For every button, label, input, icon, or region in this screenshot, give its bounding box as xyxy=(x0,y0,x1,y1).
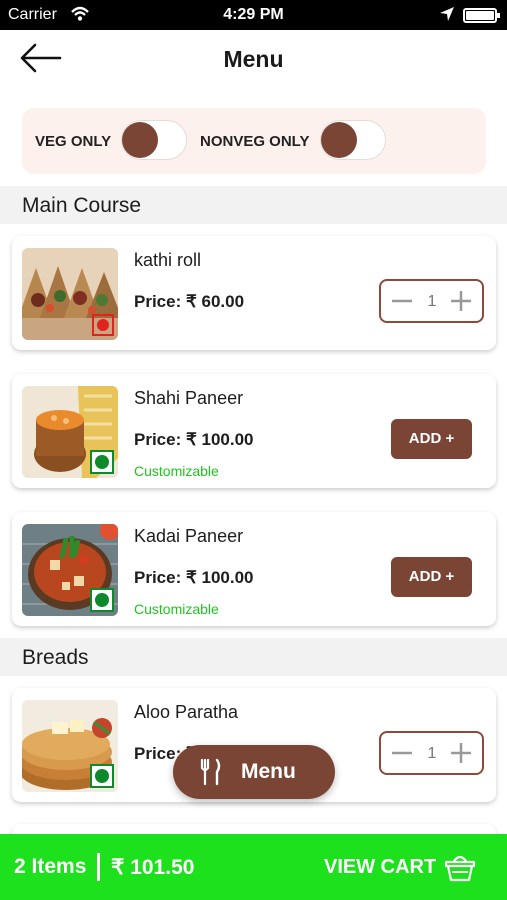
item-price: Price: ₹ 100.00 xyxy=(134,430,254,449)
basket-icon xyxy=(444,855,476,882)
section-title: Main Course xyxy=(22,194,142,217)
fork-knife-icon xyxy=(200,758,221,786)
battery-icon xyxy=(463,8,500,23)
veg-indicator-icon xyxy=(90,588,114,612)
page-title: Menu xyxy=(223,46,284,72)
item-name: kathi roll xyxy=(134,250,202,270)
view-cart-label: VIEW CART xyxy=(324,856,437,878)
veg-indicator-icon xyxy=(90,450,114,474)
nonveg-only-label: NONVEG ONLY xyxy=(200,133,310,150)
cart-divider xyxy=(97,853,100,881)
item-name: Aloo Paratha xyxy=(134,702,239,722)
cart-item-count: 2 Items xyxy=(14,855,87,878)
quantity-stepper: 1 xyxy=(379,731,484,775)
section-header-breads: Breads xyxy=(0,638,507,676)
nonveg-indicator-icon xyxy=(92,314,114,336)
section-header-main-course: Main Course xyxy=(0,186,507,224)
plus-icon[interactable] xyxy=(446,286,476,316)
location-arrow-icon xyxy=(440,7,454,21)
add-button[interactable]: ADD + xyxy=(391,419,472,459)
veg-only-label: VEG ONLY xyxy=(35,133,112,150)
item-price: Price: ₹ 100.00 xyxy=(134,568,254,587)
menu-fab-label: Menu xyxy=(241,760,296,783)
customizable-label: Customizable xyxy=(134,601,219,617)
veg-only-toggle[interactable] xyxy=(121,120,187,160)
minus-icon[interactable] xyxy=(387,738,417,768)
item-name: Kadai Paneer xyxy=(134,526,244,546)
kathi-roll-image xyxy=(22,248,118,340)
status-bar: Carrier 4:29 PM xyxy=(0,0,507,30)
menu-item-card: kathi roll Price: ₹ 60.00 1 xyxy=(12,236,496,350)
aloo-paratha-image xyxy=(22,700,118,792)
item-name: Shahi Paneer xyxy=(134,388,244,408)
quantity-value: 1 xyxy=(427,293,437,310)
nonveg-only-toggle[interactable] xyxy=(320,120,386,160)
clock: 4:29 PM xyxy=(223,6,284,23)
diet-filter-panel: VEG ONLY NONVEG ONLY xyxy=(22,108,486,174)
shahi-paneer-image xyxy=(22,386,118,478)
veg-indicator-icon xyxy=(90,764,114,788)
quantity-stepper: 1 xyxy=(379,279,484,323)
item-price: Price: ₹ 60.00 xyxy=(134,292,245,311)
menu-fab-button[interactable]: Menu xyxy=(173,745,335,799)
kadai-paneer-image xyxy=(22,524,118,616)
nav-bar: Menu xyxy=(0,30,507,88)
section-title: Breads xyxy=(22,646,89,669)
minus-icon[interactable] xyxy=(387,286,417,316)
view-cart-bar[interactable]: 2 Items ₹ 101.50 VIEW CART xyxy=(0,834,507,900)
quantity-value: 1 xyxy=(427,745,437,762)
customizable-label: Customizable xyxy=(134,463,219,479)
menu-item-card: Shahi Paneer Price: ₹ 100.00 Customizabl… xyxy=(12,374,496,488)
add-button[interactable]: ADD + xyxy=(391,557,472,597)
cart-total: ₹ 101.50 xyxy=(111,856,195,879)
plus-icon[interactable] xyxy=(446,738,476,768)
menu-item-card: Kadai Paneer Price: ₹ 100.00 Customizabl… xyxy=(12,512,496,626)
